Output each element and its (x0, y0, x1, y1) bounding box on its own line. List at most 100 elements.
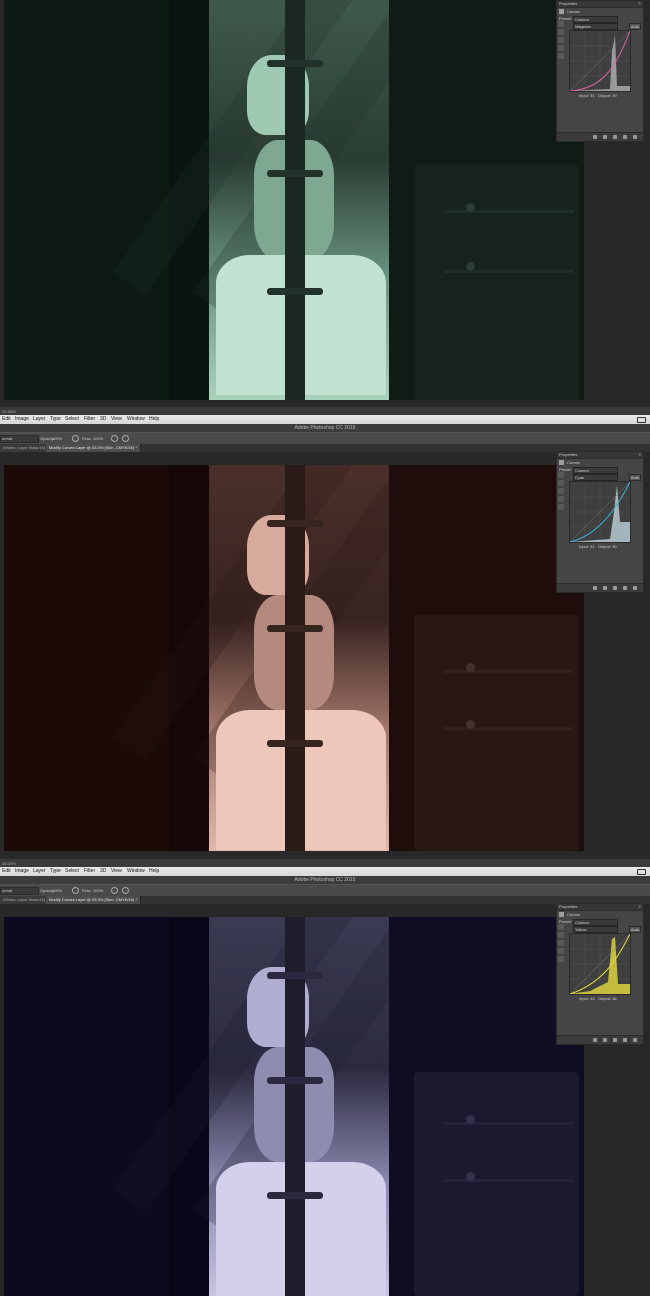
adjustment-row: Curves (557, 8, 643, 15)
zoom-readout[interactable]: 33.33% (2, 859, 16, 867)
pencil-icon[interactable] (558, 956, 564, 962)
curve-tools (558, 924, 566, 964)
curve-point-icon[interactable] (558, 948, 564, 954)
tab-layer-mask[interactable]: Whiteo, Layer Mask/16) * (0, 896, 52, 904)
menu-view[interactable]: View (111, 415, 122, 424)
menu-image[interactable]: Image (15, 867, 29, 876)
menu-select[interactable]: Select (65, 415, 79, 424)
eyedropper-icon[interactable] (558, 488, 564, 494)
document-canvas[interactable] (4, 465, 584, 851)
tab-modify-curves[interactable]: Modify Curves Layer @ 33.3% (Skin, CMYK/… (46, 896, 141, 904)
menu-help[interactable]: Help (149, 415, 159, 424)
curve-tools (558, 472, 566, 512)
view-previous-icon[interactable] (603, 586, 607, 590)
pencil-icon[interactable] (558, 504, 564, 510)
opacity-value[interactable]: 100% (52, 433, 62, 444)
tab-layer-mask[interactable]: Whiteo, Layer Mask/16) * (0, 444, 52, 452)
zoom-readout[interactable]: 33.33% (2, 407, 16, 415)
screenshot-frame-yellow: Edit Image Layer Type Select Filter 3D V… (0, 867, 650, 1296)
eyedropper-icon[interactable] (558, 932, 564, 938)
properties-title: Properties ≡ (557, 1, 643, 8)
eyedropper-icon[interactable] (558, 472, 564, 478)
menu-window[interactable]: Window (127, 415, 145, 424)
blend-mode-select[interactable]: ormal (0, 887, 39, 895)
menu-select[interactable]: Select (65, 867, 79, 876)
trash-icon[interactable] (633, 586, 637, 590)
reset-icon[interactable] (613, 1038, 617, 1042)
curve-graph[interactable] (569, 30, 631, 92)
trash-icon[interactable] (633, 1038, 637, 1042)
menu-edit[interactable]: Edit (2, 415, 11, 424)
clip-to-layer-icon[interactable] (593, 586, 597, 590)
flow-value[interactable]: 100% (93, 433, 103, 444)
eyedropper-icon[interactable] (558, 21, 564, 27)
menu-bar: Edit Image Layer Type Select Filter 3D V… (0, 415, 650, 424)
view-previous-icon[interactable] (603, 135, 607, 139)
curve-graph[interactable] (569, 933, 631, 995)
panel-menu-icon[interactable]: ≡ (639, 1, 641, 7)
pressure-opacity-icon[interactable] (72, 435, 79, 442)
panel-menu-icon[interactable]: ≡ (639, 904, 641, 910)
channel-select[interactable]: Cyan (573, 474, 618, 481)
menu-3d[interactable]: 3D (100, 415, 106, 424)
channel-select[interactable]: Magenta (573, 23, 618, 30)
clip-to-layer-icon[interactable] (593, 135, 597, 139)
channel-select[interactable]: Yellow (573, 926, 618, 933)
trash-icon[interactable] (633, 135, 637, 139)
visibility-icon[interactable] (623, 135, 627, 139)
menu-image[interactable]: Image (15, 415, 29, 424)
menu-help[interactable]: Help (149, 867, 159, 876)
pressure-size-icon[interactable] (122, 887, 129, 894)
visibility-icon[interactable] (623, 1038, 627, 1042)
eyedropper-icon[interactable] (558, 37, 564, 43)
menu-type[interactable]: Type (50, 415, 61, 424)
input-output-readout: Input: 91 Output: 39 (579, 93, 617, 98)
panel-menu-icon[interactable]: ≡ (639, 452, 641, 458)
visibility-icon[interactable] (623, 586, 627, 590)
pencil-icon[interactable] (558, 53, 564, 59)
pressure-opacity-icon[interactable] (72, 887, 79, 894)
blend-mode-select[interactable]: ormal (0, 435, 39, 443)
pressure-size-icon[interactable] (122, 435, 129, 442)
airbrush-icon[interactable] (111, 435, 118, 442)
document-canvas[interactable] (4, 917, 584, 1296)
auto-button[interactable]: Auto (629, 23, 641, 30)
eyedropper-icon[interactable] (558, 480, 564, 486)
eyedropper-icon[interactable] (558, 940, 564, 946)
tab-modify-curves[interactable]: Modify Curves Layer @ 33.3% (Skin, CMYK/… (46, 444, 141, 452)
opacity-value[interactable]: 100% (52, 885, 62, 896)
auto-button[interactable]: Auto (629, 926, 641, 933)
airbrush-icon[interactable] (111, 887, 118, 894)
clip-to-layer-icon[interactable] (593, 1038, 597, 1042)
panel-footer (557, 132, 643, 141)
menu-filter[interactable]: Filter (84, 415, 95, 424)
view-previous-icon[interactable] (603, 1038, 607, 1042)
adjustment-row: Curves (557, 911, 643, 918)
menu-filter[interactable]: Filter (84, 867, 95, 876)
eyedropper-icon[interactable] (558, 29, 564, 35)
menu-layer[interactable]: Layer (33, 867, 46, 876)
document-tabs: Whiteo, Layer Mask/16) * Modify Curves L… (0, 896, 650, 904)
document-canvas[interactable] (4, 0, 584, 400)
panel-footer (557, 583, 643, 592)
menu-type[interactable]: Type (50, 867, 61, 876)
reset-icon[interactable] (613, 586, 617, 590)
curves-adjustment-icon (559, 460, 564, 465)
eyedropper-icon[interactable] (558, 924, 564, 930)
input-output-readout: Input: 40 Output: 36 (579, 996, 617, 1001)
menu-view[interactable]: View (111, 867, 122, 876)
photo-bedroom-scene (4, 465, 584, 851)
input-output-readout: Input: 91 Output: 39 (579, 544, 617, 549)
menu-edit[interactable]: Edit (2, 867, 11, 876)
auto-button[interactable]: Auto (629, 474, 641, 481)
reset-icon[interactable] (613, 135, 617, 139)
flow-value[interactable]: 100% (93, 885, 103, 896)
app-title: Adobe Photoshop CC 2015 (0, 876, 650, 884)
curve-graph[interactable] (569, 481, 631, 543)
menu-3d[interactable]: 3D (100, 867, 106, 876)
menu-layer[interactable]: Layer (33, 415, 46, 424)
curve-point-icon[interactable] (558, 45, 564, 51)
adjustment-row: Curves (557, 459, 643, 466)
curve-point-icon[interactable] (558, 496, 564, 502)
menu-window[interactable]: Window (127, 867, 145, 876)
